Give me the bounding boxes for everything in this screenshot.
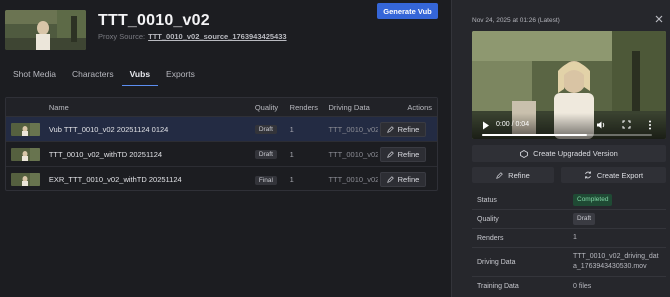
column-quality[interactable]: Quality: [255, 103, 290, 112]
proxy-source-label: Proxy Source:: [98, 32, 146, 41]
quality-badge: Draft: [254, 150, 277, 159]
upgrade-icon: [520, 149, 529, 158]
property-key: Training Data: [477, 283, 519, 290]
version-timestamp: Nov 24, 2025 at 01:26 (Latest): [472, 17, 560, 24]
page-title: TTT_0010_v02: [98, 12, 210, 29]
row-thumbnail: [11, 147, 40, 161]
row-thumbnail: [11, 173, 40, 186]
property-value: 1: [573, 234, 577, 241]
tab-vubs[interactable]: Vubs: [121, 64, 159, 86]
play-icon[interactable]: [482, 121, 490, 132]
property-key: Quality: [477, 215, 499, 223]
property-value: 0 files: [573, 282, 592, 290]
row-driving-data: TTT_0010_v02_driving_data: [328, 124, 379, 134]
property-key: Renders: [477, 234, 504, 242]
table-row[interactable]: EXR_TTT_0010_v02_withTD 20251124 Final 1…: [6, 167, 437, 190]
refine-label: Refine: [397, 124, 420, 134]
fullscreen-icon[interactable]: [622, 120, 631, 131]
vubs-table: Name Quality Renders Driving Data Action…: [5, 97, 438, 191]
table-row[interactable]: Vub TTT_0010_v02 20251124 0124 Draft 1 T…: [6, 117, 437, 142]
video-controls: 0:00 / 0:04: [472, 113, 666, 139]
property-driving-data: Driving Data TTT_0010_v02_driving_data_1…: [472, 248, 666, 277]
quality-badge: Draft: [573, 213, 596, 225]
proxy-source-link[interactable]: TTT_0010_v02_source_1763943425433: [148, 32, 286, 41]
vub-list-panel: TTT_0010_v02 Proxy Source: TTT_0010_v02_s…: [0, 0, 451, 297]
more-options-icon[interactable]: [648, 120, 652, 132]
quality-badge: Final: [254, 175, 277, 185]
property-value[interactable]: TTT_0010_v02_driving_data_1763943430530.…: [573, 252, 666, 272]
row-renders: 1: [289, 124, 294, 134]
detail-refine-label: Refine: [508, 170, 530, 180]
property-quality: Quality Draft: [472, 210, 666, 229]
column-name[interactable]: Name: [49, 103, 255, 112]
video-progress-bar[interactable]: [482, 134, 652, 136]
pencil-icon: [496, 171, 503, 179]
table-row[interactable]: TTT_0010_v02_withTD 20251124 Draft 1 TTT…: [6, 142, 437, 167]
property-key: Status: [477, 196, 497, 204]
refine-button[interactable]: Refine: [379, 121, 426, 137]
property-renders: Renders 1: [472, 229, 666, 248]
vub-detail-panel: Nov 24, 2025 at 01:26 (Latest) 0:00 / 0:…: [451, 0, 670, 297]
property-training-data: Training Data 0 files: [472, 277, 666, 296]
refine-label: Refine: [397, 175, 420, 184]
export-icon: [584, 171, 591, 179]
tab-bar: Shot Media Characters Vubs Exports: [5, 64, 203, 86]
properties-table: Status Completed Quality Draft Renders 1…: [472, 191, 666, 296]
row-name: Vub TTT_0010_v02 20251124 0124: [48, 124, 169, 134]
column-driving-data[interactable]: Driving Data: [328, 103, 378, 112]
create-export-label: Create Export: [596, 170, 644, 180]
column-actions: Actions: [407, 102, 432, 112]
row-driving-data: TTT_0010_v02_driving_data: [328, 149, 379, 159]
property-status: Status Completed: [472, 191, 666, 210]
table-header: Name Quality Renders Driving Data Action…: [6, 98, 437, 117]
shot-thumbnail: [5, 10, 86, 50]
row-renders: 1: [289, 149, 294, 159]
create-upgraded-version-button[interactable]: Create Upgraded Version: [472, 145, 666, 162]
tab-characters[interactable]: Characters: [64, 64, 122, 86]
row-driving-data: TTT_0010_v02_driving_data: [328, 175, 379, 184]
volume-icon[interactable]: [596, 120, 606, 132]
proxy-source: Proxy Source: TTT_0010_v02_source_1763943…: [98, 32, 287, 41]
pencil-icon: [386, 150, 394, 158]
row-name: TTT_0010_v02_withTD 20251124: [48, 149, 163, 159]
row-thumbnail: [11, 122, 40, 136]
video-progress-fill: [482, 134, 588, 136]
refine-button[interactable]: Refine: [379, 172, 426, 187]
tab-exports[interactable]: Exports: [158, 64, 203, 86]
refine-button[interactable]: Refine: [379, 146, 426, 162]
quality-badge: Draft: [254, 125, 277, 134]
row-name: EXR_TTT_0010_v02_withTD 20251124: [48, 175, 182, 184]
pencil-icon: [386, 176, 394, 183]
refine-label: Refine: [397, 149, 420, 159]
tab-shot-media[interactable]: Shot Media: [5, 64, 64, 86]
row-renders: 1: [289, 175, 294, 184]
pencil-icon: [386, 125, 394, 133]
video-player[interactable]: 0:00 / 0:04: [472, 31, 666, 139]
close-icon[interactable]: [654, 14, 664, 24]
property-key: Driving Data: [477, 258, 516, 266]
detail-refine-button[interactable]: Refine: [472, 167, 554, 183]
create-export-button[interactable]: Create Export: [561, 167, 666, 183]
generate-vub-button[interactable]: Generate Vub: [377, 3, 438, 19]
status-badge: Completed: [573, 194, 613, 206]
column-renders[interactable]: Renders: [290, 103, 329, 112]
create-upgraded-version-label: Create Upgraded Version: [533, 149, 618, 158]
video-time: 0:00 / 0:04: [496, 121, 530, 128]
